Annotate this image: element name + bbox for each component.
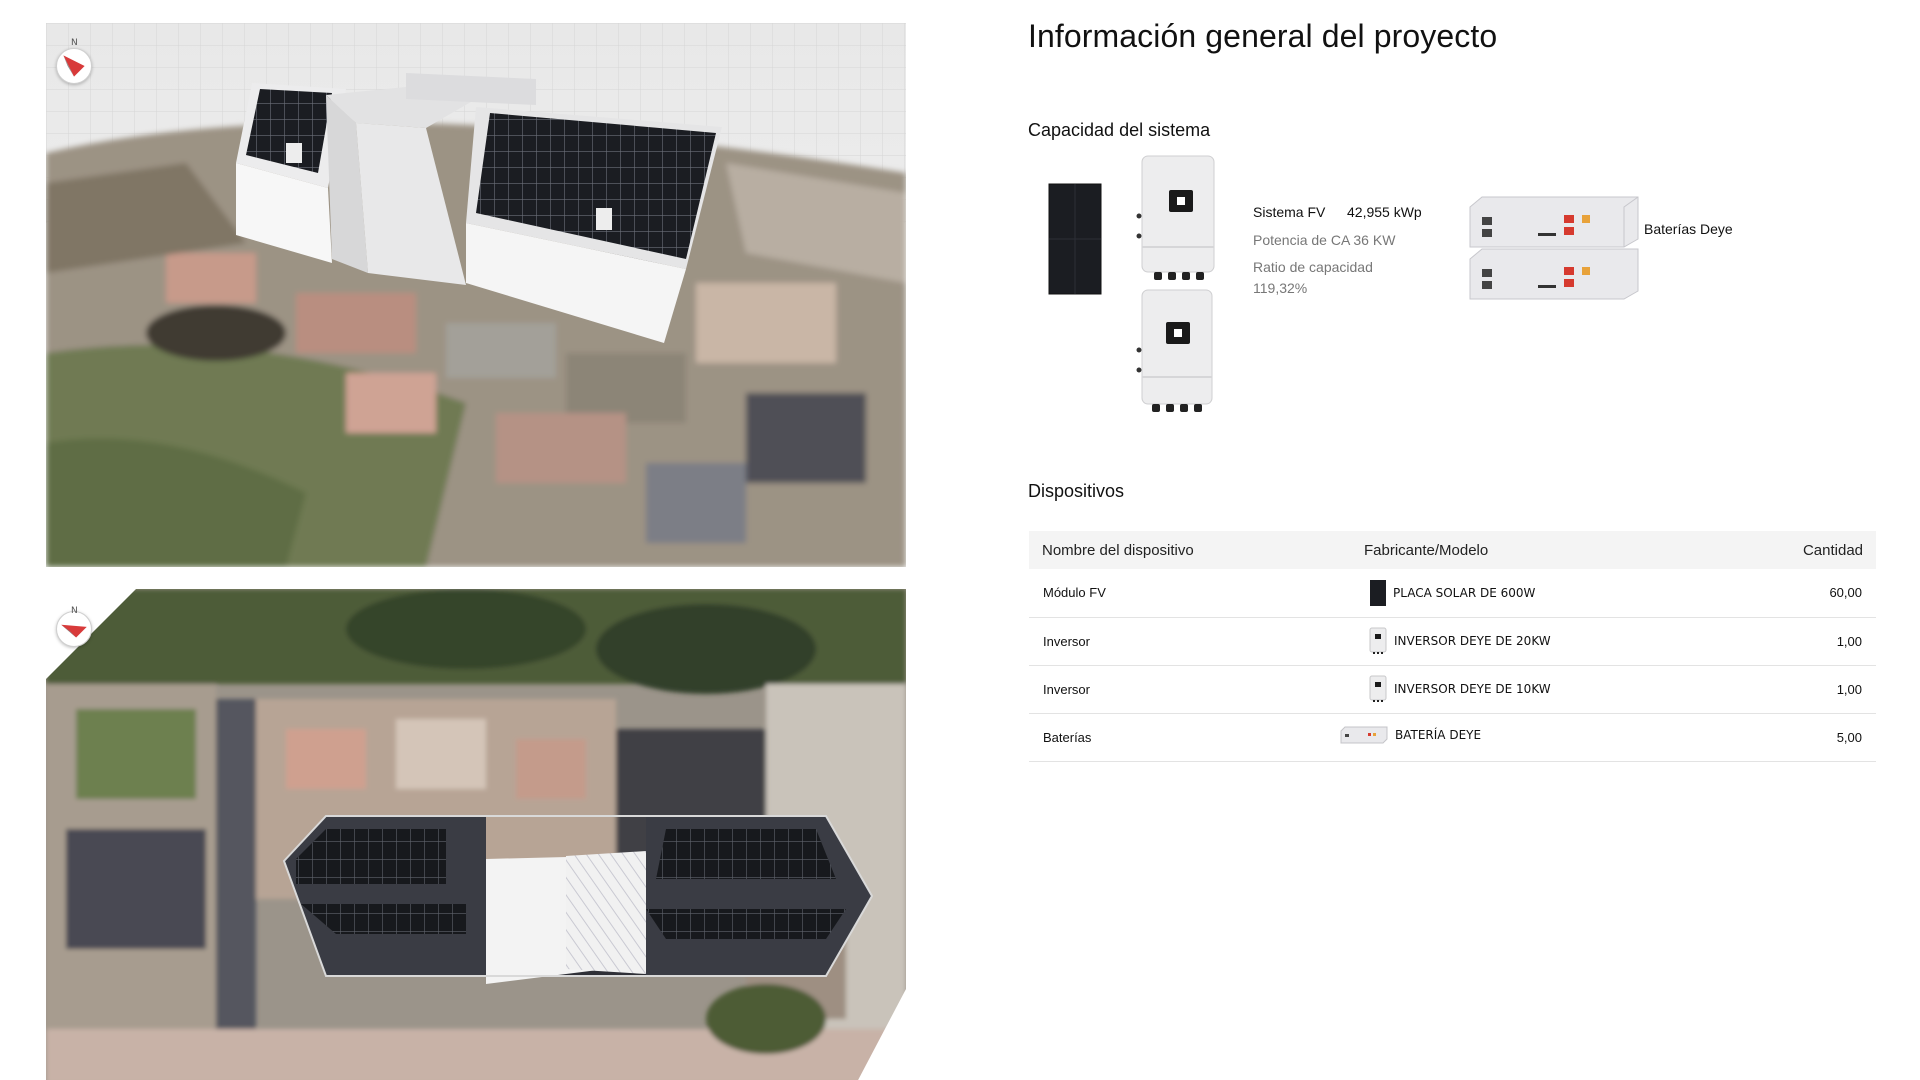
solar-panel-icon: [1370, 579, 1386, 606]
device-quantity: 5,00: [1754, 713, 1876, 762]
inverter-icon: [1136, 155, 1215, 280]
battery-label: Baterías Deye: [1644, 221, 1733, 237]
table-row[interactable]: Módulo FV PLACA SOLAR DE 600W 60,00: [1029, 569, 1876, 618]
capacity-ratio-label: Ratio de capacidad: [1253, 259, 1373, 275]
column-header-name: Nombre del dispositivo: [1042, 541, 1194, 559]
compass-north-label: N: [71, 38, 78, 48]
devices-table: Nombre del dispositivo Fabricante/Modelo…: [1029, 531, 1876, 762]
device-model: INVERSOR DEYE DE 20KW: [1394, 634, 1551, 648]
device-name: Baterías: [1029, 713, 1364, 762]
fv-system-label: Sistema FV: [1253, 204, 1326, 220]
capacity-ratio-value: 119,32%: [1253, 280, 1308, 296]
device-model: BATERÍA DEYE: [1395, 728, 1482, 742]
device-quantity: 1,00: [1754, 617, 1876, 666]
table-header-row: Nombre del dispositivo Fabricante/Modelo…: [1029, 531, 1876, 569]
battery-icon: [1469, 196, 1639, 300]
solar-panel-icon: [1048, 183, 1102, 295]
inverter-icon: [1369, 627, 1387, 654]
table-row[interactable]: Inversor INVERSOR DEYE DE 10KW 1,00: [1029, 665, 1876, 714]
device-quantity: 1,00: [1754, 665, 1876, 714]
column-header-quantity: Cantidad: [1802, 541, 1863, 559]
device-name: Inversor: [1029, 665, 1364, 714]
table-row[interactable]: Baterías BATERÍA DEYE 5,00: [1029, 713, 1876, 762]
device-name: Inversor: [1029, 617, 1364, 666]
page-title: Información general del proyecto: [1028, 18, 1498, 54]
map-top-view[interactable]: N: [46, 589, 906, 1080]
capacity-section-title: Capacidad del sistema: [1028, 120, 1211, 140]
device-model: INVERSOR DEYE DE 10KW: [1394, 682, 1551, 696]
inverter-icon: [1136, 289, 1213, 412]
table-row[interactable]: Inversor INVERSOR DEYE DE 20KW 1,00: [1029, 617, 1876, 666]
map-3d-view[interactable]: N: [46, 23, 906, 567]
compass-north-label: N: [71, 606, 78, 616]
map-3d-render: [46, 23, 906, 567]
devices-section-title: Dispositivos: [1028, 481, 1125, 501]
compass-icon[interactable]: [56, 611, 92, 647]
inverter-icon: [1369, 675, 1387, 702]
device-name: Módulo FV: [1029, 569, 1364, 618]
map-top-render: [46, 589, 906, 1080]
ac-power-text: Potencia de CA 36 KW: [1253, 232, 1396, 248]
device-quantity: 60,00: [1754, 569, 1876, 618]
fv-system-value: 42,955 kWp: [1347, 204, 1422, 220]
column-header-model: Fabricante/Modelo: [1364, 541, 1489, 559]
compass-icon[interactable]: [56, 48, 92, 84]
battery-icon: [1340, 726, 1388, 744]
device-model: PLACA SOLAR DE 600W: [1393, 585, 1536, 600]
